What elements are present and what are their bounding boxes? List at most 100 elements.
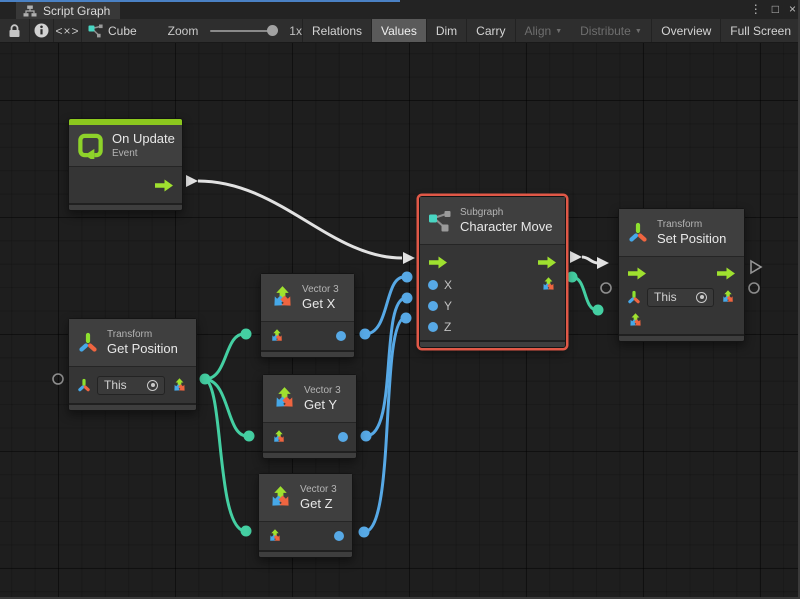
vector3-icon [269, 284, 296, 311]
object-picker-icon[interactable] [696, 292, 707, 303]
node-get-position[interactable]: Transform Get Position This [68, 318, 197, 411]
wire-endpoint[interactable] [359, 527, 370, 538]
lock-button[interactable] [0, 19, 30, 42]
node-on-update[interactable]: On Update Event [68, 118, 183, 211]
wire-charactermove-to-setposition-value[interactable] [572, 277, 597, 310]
flow-arrowhead[interactable] [597, 257, 609, 269]
node-get-z[interactable]: Vector 3 Get Z [258, 473, 353, 558]
wire-gety-to-y[interactable] [366, 298, 405, 436]
tab-title: Script Graph [43, 4, 110, 18]
wire-getposition-to-getx[interactable] [205, 334, 244, 379]
node-title: Character Move [460, 219, 552, 235]
zoom-slider[interactable] [210, 30, 276, 32]
subgraph-icon [428, 210, 452, 232]
graph-reference-cell: Cube Zoom 1x [82, 19, 303, 42]
code-view-button[interactable]: <×> [54, 19, 82, 42]
toolbar-button-distribute[interactable]: Distribute▼ [571, 19, 651, 42]
wire-endpoint[interactable] [567, 272, 578, 283]
titlebar: Script Graph ⋮ □ × [0, 0, 800, 19]
on-update-icon [77, 132, 104, 159]
close-icon[interactable]: × [789, 0, 796, 19]
flow-out-port[interactable] [537, 256, 557, 269]
flow-arrowhead[interactable] [570, 251, 582, 263]
flow-out-port[interactable] [154, 179, 174, 192]
node-kind: Subgraph [460, 206, 552, 219]
toolbar-button-relations[interactable]: Relations [303, 19, 371, 42]
toolbar-button-overview[interactable]: Overview [652, 19, 720, 42]
wire-flow-charactermove-to-setposition[interactable] [582, 257, 598, 263]
vector3-in-port[interactable] [269, 328, 285, 344]
wire-endpoint[interactable] [200, 374, 211, 385]
flow-in-port[interactable] [428, 256, 448, 269]
zoom-value: 1x [289, 24, 302, 38]
vector3-in-port[interactable] [267, 528, 283, 544]
menu-icon[interactable]: ⋮ [750, 0, 762, 19]
vector3-in-port[interactable] [271, 429, 287, 445]
wire-endpoint[interactable] [593, 305, 604, 316]
wire-endpoint[interactable] [241, 329, 252, 340]
flow-out-port[interactable] [716, 267, 736, 280]
wire-endpoint[interactable] [241, 526, 252, 537]
node-footer [259, 550, 352, 557]
flow-arrowhead[interactable] [403, 252, 415, 264]
output-port-y[interactable] [338, 432, 348, 442]
node-get-x[interactable]: Vector 3 Get X [260, 273, 355, 358]
node-kind: Vector 3 [302, 283, 339, 296]
toolbar: <×> Cube Zoom 1x Relations Values Dim Ca… [0, 19, 800, 43]
node-kind: Vector 3 [300, 483, 337, 496]
tab-script-graph[interactable]: Script Graph [16, 2, 120, 19]
wire-getz-to-z[interactable] [364, 318, 404, 532]
this-field[interactable]: This [647, 288, 714, 307]
node-title: Get X [302, 296, 339, 312]
stub-setposition-flow-out[interactable] [751, 261, 761, 273]
this-field[interactable]: This [97, 376, 165, 395]
vector3-out-port[interactable] [540, 276, 557, 293]
flow-in-port[interactable] [627, 267, 647, 280]
node-footer [619, 334, 744, 341]
input-port-z[interactable] [428, 322, 438, 332]
wire-endpoint[interactable] [402, 293, 413, 304]
stub-setposition-value-out[interactable] [749, 283, 759, 293]
stub-getposition-this[interactable] [53, 374, 63, 384]
wire-endpoint[interactable] [244, 431, 255, 442]
node-set-position[interactable]: Transform Set Position [618, 208, 745, 342]
toolbar-button-values[interactable]: Values [372, 19, 426, 42]
node-footer [263, 451, 356, 458]
port-label-z: Z [444, 320, 451, 334]
toolbar-button-align[interactable]: Align▼ [516, 19, 572, 42]
node-character-move[interactable]: Subgraph Character Move X [419, 196, 566, 348]
input-port-y[interactable] [428, 301, 438, 311]
graph-ref-name[interactable]: Cube [108, 24, 137, 38]
vector3-out-port[interactable] [171, 377, 188, 394]
maximize-icon[interactable]: □ [772, 0, 779, 19]
zoom-slider-knob[interactable] [267, 25, 278, 36]
node-get-y[interactable]: Vector 3 Get Y [262, 374, 357, 459]
toolbar-button-carry[interactable]: Carry [467, 19, 514, 42]
wire-endpoint[interactable] [361, 431, 372, 442]
flow-arrowhead[interactable] [186, 175, 198, 187]
node-kind: Vector 3 [304, 384, 341, 397]
output-port-x[interactable] [336, 331, 346, 341]
toolbar-button-fullscreen[interactable]: Full Screen [721, 19, 800, 42]
wire-endpoint[interactable] [402, 272, 413, 283]
graph-canvas[interactable]: On Update Event [0, 43, 800, 599]
output-port-z[interactable] [334, 531, 344, 541]
port-label-y: Y [444, 299, 452, 313]
wire-endpoint[interactable] [401, 313, 412, 324]
node-title: Get Y [304, 397, 341, 413]
stub-setposition-this[interactable] [601, 283, 611, 293]
object-picker-icon[interactable] [147, 380, 158, 391]
info-button[interactable] [30, 19, 54, 42]
node-title: Get Z [300, 496, 337, 512]
transform-in-port[interactable] [627, 290, 641, 305]
wire-endpoint[interactable] [360, 329, 371, 340]
vector3-in-port[interactable] [627, 312, 644, 329]
vector3-out-port[interactable] [720, 289, 736, 305]
node-footer [69, 203, 182, 210]
input-port-x[interactable] [428, 280, 438, 290]
chevron-down-icon: ▼ [635, 28, 642, 35]
toolbar-button-dim[interactable]: Dim [427, 19, 466, 42]
wire-flow-onupdate-to-charactermove[interactable] [198, 181, 402, 258]
transform-in-port[interactable] [77, 378, 91, 393]
transform-icon [627, 221, 649, 245]
